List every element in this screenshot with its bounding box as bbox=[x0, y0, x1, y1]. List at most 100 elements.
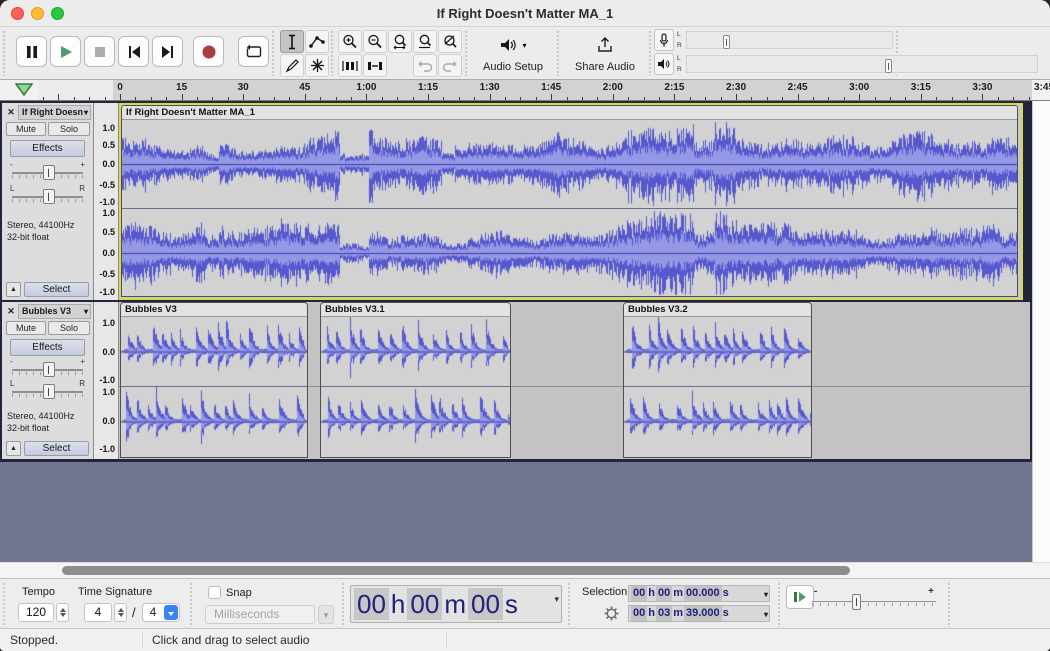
play-at-speed-button[interactable] bbox=[786, 585, 814, 609]
speed-slider-thumb[interactable] bbox=[852, 594, 861, 610]
audio-position-display[interactable]: 00h00m00s ▾ bbox=[350, 585, 562, 623]
undo-button[interactable] bbox=[413, 54, 437, 77]
track-2-clip-2[interactable]: Bubbles V3.1 bbox=[320, 302, 511, 458]
track-2-clip-3-title[interactable]: Bubbles V3.2 bbox=[624, 303, 811, 317]
track-1-title-menu[interactable]: If Right Doesn▾ bbox=[18, 105, 91, 120]
zoom-in-button[interactable] bbox=[338, 30, 362, 53]
record-button[interactable] bbox=[193, 36, 224, 67]
snap-mode-chevron[interactable]: ▾ bbox=[318, 605, 334, 624]
track-2-clip-1[interactable]: Bubbles V3 bbox=[120, 302, 308, 458]
zoom-toggle-button[interactable] bbox=[438, 30, 462, 53]
horizontal-scrollbar-thumb[interactable] bbox=[62, 566, 850, 575]
track-1-collapse-button[interactable]: ▲ bbox=[6, 282, 21, 297]
gain-slider-thumb[interactable] bbox=[43, 362, 55, 377]
clip-1-waveform-left[interactable] bbox=[121, 317, 307, 386]
audio-setup-button[interactable]: ▾ Audio Setup bbox=[471, 32, 555, 76]
snap-checkbox[interactable] bbox=[208, 586, 221, 599]
track-2-close-button[interactable]: ✕ bbox=[4, 304, 18, 319]
timeline-ruler[interactable]: 01530451:001:151:301:452:002:152:302:453… bbox=[0, 80, 1050, 101]
track-2-content[interactable]: Bubbles V3 Bubbles V3.1 Bubbles V3.2 bbox=[119, 302, 1030, 459]
track-2-clip-2-title[interactable]: Bubbles V3.1 bbox=[321, 303, 510, 317]
silence-audio-button[interactable] bbox=[363, 54, 387, 77]
recording-meter[interactable]: LR bbox=[654, 29, 894, 52]
track-2-title-menu[interactable]: Bubbles V3▾ bbox=[18, 304, 91, 319]
track-2-clip-3[interactable]: Bubbles V3.2 bbox=[623, 302, 812, 458]
toolbar-grip[interactable] bbox=[272, 31, 277, 76]
toolbar-grip[interactable] bbox=[3, 31, 8, 76]
microphone-icon[interactable] bbox=[654, 29, 674, 51]
track-2-select-button[interactable]: Select bbox=[24, 441, 89, 456]
recording-meter-bar[interactable] bbox=[686, 31, 893, 49]
envelope-tool-button[interactable] bbox=[305, 30, 329, 53]
clip-1-waveform-right[interactable] bbox=[121, 387, 307, 456]
skip-to-end-button[interactable] bbox=[152, 36, 183, 67]
recording-level-slider[interactable] bbox=[723, 35, 730, 49]
toolbar-grip[interactable] bbox=[342, 583, 347, 625]
trim-audio-button[interactable] bbox=[338, 54, 362, 77]
toolbar-grip[interactable] bbox=[778, 583, 783, 625]
track-1-pan-slider[interactable]: L R bbox=[10, 185, 85, 205]
horizontal-scrollbar[interactable] bbox=[0, 562, 1050, 578]
clip-2-waveform-left[interactable] bbox=[321, 317, 510, 386]
selection-end-field[interactable]: 00h03m39.000s ▾ bbox=[628, 605, 770, 622]
loop-button[interactable] bbox=[238, 36, 269, 67]
clip-3-waveform-left[interactable] bbox=[624, 317, 811, 386]
track-2-gain-slider[interactable]: - + bbox=[10, 358, 85, 378]
time-signature-lower-dropdown[interactable]: 4 bbox=[142, 603, 180, 622]
track-1-select-button[interactable]: Select bbox=[24, 282, 89, 297]
playback-meter[interactable]: LR bbox=[654, 53, 1040, 76]
share-audio-button[interactable]: Share Audio bbox=[562, 32, 648, 76]
track-2-collapse-button[interactable]: ▲ bbox=[6, 441, 21, 456]
snap-mode-combo[interactable]: Milliseconds bbox=[205, 605, 315, 624]
track-2-mute-button[interactable]: Mute bbox=[6, 321, 46, 335]
playback-speed-slider[interactable]: - + bbox=[812, 589, 936, 615]
track-1-content[interactable]: If Right Doesn't Matter MA_1 bbox=[119, 103, 1023, 300]
toolbar-grip[interactable] bbox=[568, 583, 573, 625]
selection-settings-gear-icon[interactable] bbox=[603, 605, 620, 622]
track-1-effects-button[interactable]: Effects bbox=[10, 140, 85, 157]
multi-tool-button[interactable] bbox=[305, 54, 329, 77]
redo-button[interactable] bbox=[438, 54, 462, 77]
playback-level-slider[interactable] bbox=[885, 59, 892, 73]
selection-start-field[interactable]: 00h00m00.000s ▾ bbox=[628, 585, 770, 602]
pan-slider-thumb[interactable] bbox=[43, 189, 55, 204]
track-1-waveform-left[interactable] bbox=[122, 120, 1017, 208]
track-2-solo-button[interactable]: Solo bbox=[48, 321, 90, 335]
track-2-pan-slider[interactable]: L R bbox=[10, 380, 85, 400]
track-1-gain-slider[interactable]: - + bbox=[10, 161, 85, 181]
zoom-selection-button[interactable] bbox=[388, 30, 412, 53]
caret-down-icon[interactable]: ▾ bbox=[764, 587, 768, 602]
track-1-clip[interactable]: If Right Doesn't Matter MA_1 bbox=[121, 105, 1018, 297]
track-1-clip-title[interactable]: If Right Doesn't Matter MA_1 bbox=[122, 106, 1017, 120]
track-2-effects-button[interactable]: Effects bbox=[10, 339, 85, 356]
track-1-mute-button[interactable]: Mute bbox=[6, 122, 46, 136]
fit-project-button[interactable] bbox=[413, 30, 437, 53]
tempo-stepper[interactable] bbox=[56, 603, 69, 622]
track-2-vertical-scale[interactable]: 1.00.0-1.01.00.0-1.0 bbox=[94, 302, 119, 459]
draw-tool-button[interactable] bbox=[280, 54, 304, 77]
toolbar-grip[interactable] bbox=[3, 583, 8, 625]
pause-button[interactable] bbox=[16, 36, 47, 67]
time-signature-stepper[interactable] bbox=[114, 603, 127, 622]
time-signature-upper-input[interactable]: 4 bbox=[84, 603, 112, 622]
clip-3-waveform-right[interactable] bbox=[624, 387, 811, 456]
vertical-scrollbar[interactable] bbox=[1032, 101, 1050, 562]
skip-to-start-button[interactable] bbox=[118, 36, 149, 67]
playback-speaker-icon[interactable] bbox=[654, 53, 674, 75]
playback-meter-bar[interactable] bbox=[686, 55, 1038, 73]
caret-down-icon[interactable]: ▾ bbox=[554, 594, 559, 605]
track-1-waveform-right[interactable] bbox=[122, 209, 1017, 297]
track-1-solo-button[interactable]: Solo bbox=[48, 122, 90, 136]
play-button[interactable] bbox=[50, 36, 81, 67]
selection-tool-button[interactable] bbox=[280, 30, 304, 53]
pan-slider-thumb[interactable] bbox=[43, 384, 55, 399]
stop-button[interactable] bbox=[84, 36, 115, 67]
toolbar-grip[interactable] bbox=[465, 31, 470, 76]
zoom-out-button[interactable] bbox=[363, 30, 387, 53]
track-2-clip-1-title[interactable]: Bubbles V3 bbox=[121, 303, 307, 317]
tempo-input[interactable]: 120 bbox=[18, 603, 54, 622]
clip-2-waveform-right[interactable] bbox=[321, 387, 510, 456]
toolbar-grip[interactable] bbox=[948, 583, 953, 625]
gain-slider-thumb[interactable] bbox=[43, 165, 55, 180]
loop-region-button[interactable] bbox=[10, 81, 36, 99]
